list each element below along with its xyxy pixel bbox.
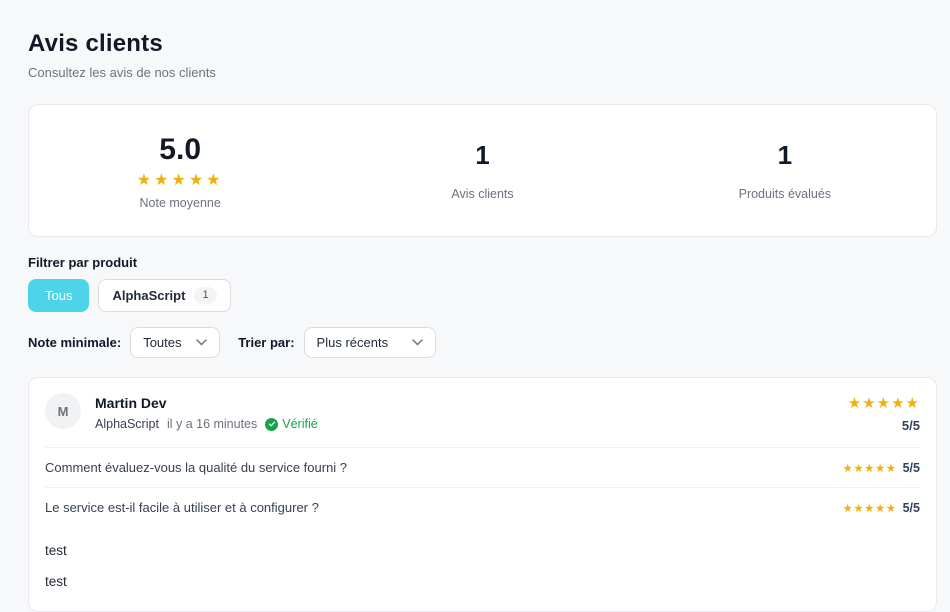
question-score: 5/5 — [903, 501, 920, 515]
review-stars-icon: ★★★★★ — [848, 395, 920, 413]
average-rating-label: Note moyenne — [29, 196, 331, 210]
review-count-value: 1 — [331, 141, 633, 170]
filter-product-count-badge: 1 — [194, 287, 216, 304]
chevron-down-icon — [196, 339, 207, 346]
filter-all-button[interactable]: Tous — [28, 279, 89, 312]
question-rating: ★★★★★ 5/5 — [843, 501, 920, 515]
review-comment: test — [45, 527, 920, 574]
question-rating: ★★★★★ 5/5 — [843, 461, 920, 475]
filter-product-button[interactable]: AlphaScript 1 — [98, 279, 230, 312]
verified-badge: Vérifié — [265, 417, 317, 431]
review-count-label: Avis clients — [331, 187, 633, 201]
question-text: Comment évaluez-vous la qualité du servi… — [45, 460, 347, 475]
product-filter-chips: Tous AlphaScript 1 — [28, 279, 937, 312]
min-rating-select[interactable]: Toutes — [130, 327, 220, 358]
average-rating-stars-icon: ★★★★★ — [29, 171, 331, 190]
verified-check-icon — [265, 418, 278, 431]
review-author-name: Martin Dev — [95, 393, 318, 412]
avatar: M — [45, 393, 81, 429]
page-subtitle: Consultez les avis de nos clients — [28, 65, 937, 80]
question-stars-icon: ★★★★★ — [843, 501, 897, 515]
review-score: 5/5 — [848, 418, 920, 433]
question-stars-icon: ★★★★★ — [843, 461, 897, 475]
stat-average-rating: 5.0 ★★★★★ Note moyenne — [29, 133, 331, 210]
review-card: M Martin Dev AlphaScript il y a 16 minut… — [28, 377, 937, 612]
filter-product-name: AlphaScript — [112, 288, 185, 304]
verified-label: Vérifié — [282, 417, 317, 431]
review-product-name: AlphaScript — [95, 417, 159, 431]
chevron-down-icon — [412, 339, 423, 346]
stat-product-count: 1 Produits évalués — [634, 133, 936, 201]
min-rating-selected-value: Toutes — [143, 335, 181, 350]
stat-review-count: 1 Avis clients — [331, 133, 633, 201]
review-meta: AlphaScript il y a 16 minutes Vérifié — [95, 417, 318, 431]
review-question-row: Comment évaluez-vous la qualité du servi… — [45, 448, 920, 487]
sort-selected-value: Plus récents — [317, 335, 389, 350]
review-comment: test — [45, 574, 920, 605]
review-question-row: Le service est-il facile à utiliser et à… — [45, 488, 920, 527]
review-author-block: Martin Dev AlphaScript il y a 16 minutes… — [95, 393, 318, 431]
sort-select[interactable]: Plus récents — [304, 327, 436, 358]
stats-summary-card: 5.0 ★★★★★ Note moyenne 1 Avis clients 1 … — [28, 104, 937, 237]
page-title: Avis clients — [28, 30, 937, 58]
review-header: M Martin Dev AlphaScript il y a 16 minut… — [45, 393, 920, 433]
question-text: Le service est-il facile à utiliser et à… — [45, 500, 319, 515]
filter-selects-row: Note minimale: Toutes Trier par: Plus ré… — [28, 327, 937, 358]
product-count-value: 1 — [634, 141, 936, 170]
page-container: Avis clients Consultez les avis de nos c… — [0, 0, 950, 612]
average-rating-value: 5.0 — [29, 133, 331, 166]
min-rating-label: Note minimale: — [28, 335, 121, 350]
review-overall-rating: ★★★★★ 5/5 — [848, 393, 920, 433]
review-timestamp: il y a 16 minutes — [167, 417, 257, 431]
product-filter-label: Filtrer par produit — [28, 255, 937, 270]
sort-label: Trier par: — [238, 335, 294, 350]
product-count-label: Produits évalués — [634, 187, 936, 201]
question-score: 5/5 — [903, 461, 920, 475]
